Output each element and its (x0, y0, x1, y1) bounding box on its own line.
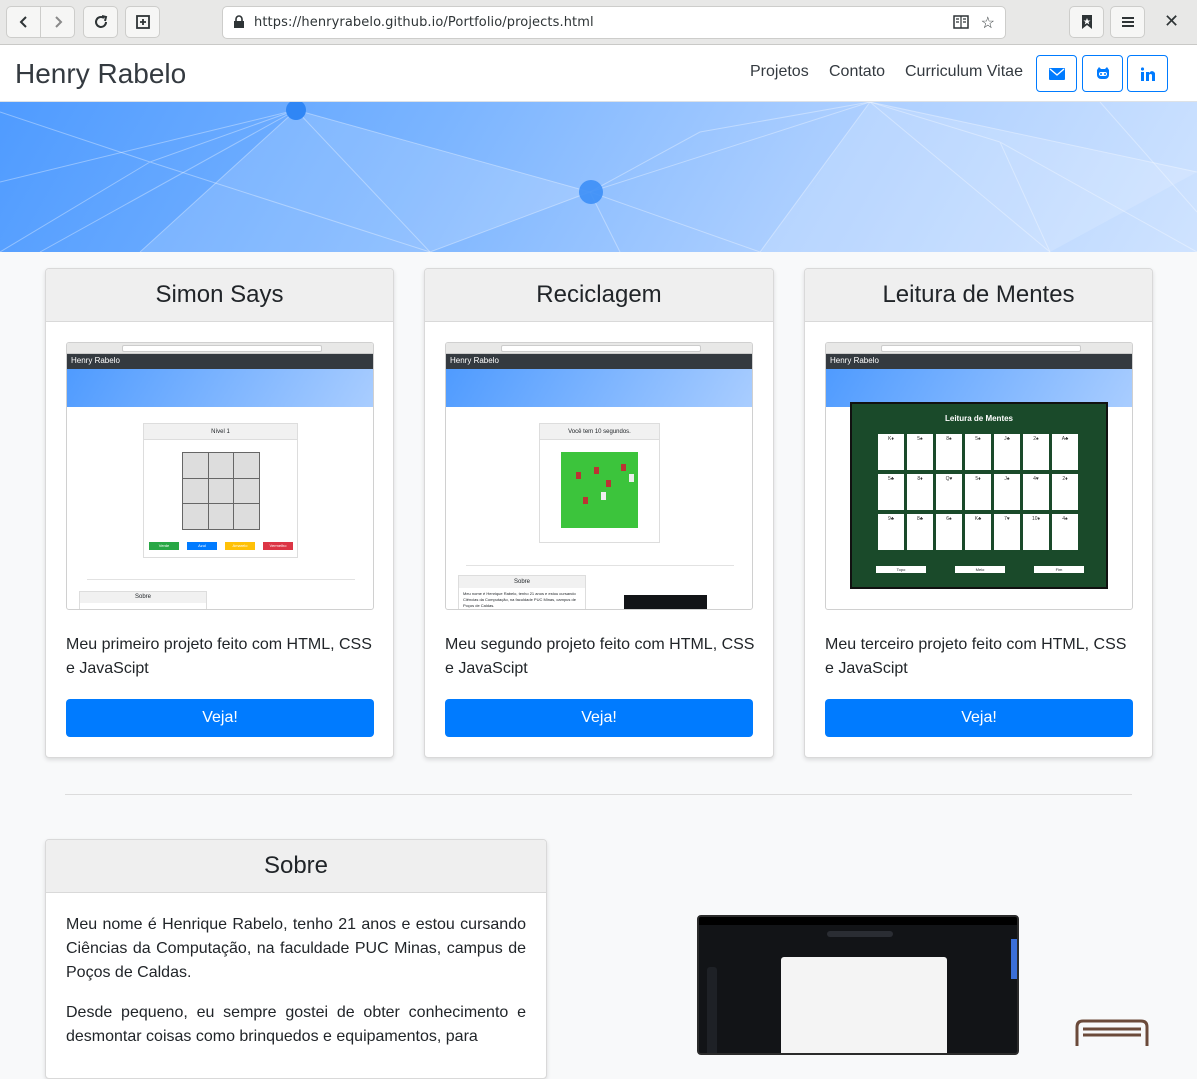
thumb-playing-card: 7♥ (994, 514, 1020, 550)
thumb-game-card: Você tem 10 segundos. (539, 423, 660, 543)
thumb-playing-card: J♠ (994, 474, 1020, 510)
project-card-reciclagem: Reciclagem Henry Rabelo Você tem 10 segu… (424, 268, 774, 758)
thumb-playing-card: K♦ (878, 434, 904, 470)
laptop-image (697, 915, 1019, 1055)
card-description: Meu terceiro projeto feito com HTML, CSS… (825, 636, 1127, 677)
address-bar[interactable]: https://henryrabelo.github.io/Portfolio/… (222, 6, 1006, 39)
about-title: Sobre (46, 840, 546, 893)
project-card-leitura: Leitura de Mentes Henry Rabelo Leitura d… (804, 268, 1153, 758)
thumb-playing-card: A♣ (1052, 434, 1078, 470)
section-divider (65, 794, 1132, 795)
network-pattern (0, 102, 1197, 252)
thumb-browser (67, 343, 373, 354)
about-card: Sobre Meu nome é Henrique Rabelo, tenho … (45, 839, 547, 1079)
veja-button[interactable]: Veja! (66, 699, 374, 737)
about-paragraph-1: Meu nome é Henrique Rabelo, tenho 21 ano… (66, 916, 526, 981)
project-card-simon: Simon Says Henry Rabelo Nível 1 Verde Az… (45, 268, 394, 758)
bookmarks-icon (1081, 15, 1092, 29)
envelope-icon (1048, 67, 1065, 80)
github-button[interactable] (1082, 55, 1123, 92)
thumb-playing-card: 9♣ (878, 514, 904, 550)
thumb-grid (182, 452, 260, 530)
about-paragraph-2: Desde pequeno, eu sempre gostei de obter… (66, 1004, 526, 1045)
card-description: Meu primeiro projeto feito com HTML, CSS… (66, 636, 372, 677)
hero-banner (0, 102, 1197, 252)
hamburger-icon (1121, 17, 1134, 27)
email-button[interactable] (1036, 55, 1077, 92)
thumb-hero (67, 369, 373, 407)
thumb-playing-card: 10♦ (1023, 514, 1049, 550)
thumb-playing-card: 4♠ (1052, 514, 1078, 550)
arrow-left-icon (19, 16, 27, 28)
reader-mode-icon[interactable] (953, 15, 969, 29)
card-title: Simon Says (46, 269, 393, 322)
thumb-playing-card: 5♣ (878, 474, 904, 510)
card-title: Reciclagem (425, 269, 773, 322)
arrow-right-icon (54, 16, 62, 28)
thumb-playing-card: 5♦ (965, 474, 991, 510)
linkedin-button[interactable] (1127, 55, 1168, 92)
site-navbar: Henry Rabelo Projetos Contato Curriculum… (0, 45, 1197, 102)
thumb-playing-card: 6♠ (936, 514, 962, 550)
card-description: Meu segundo projeto feito com HTML, CSS … (445, 636, 755, 677)
thumb-game-card: Nível 1 Verde Azul Amarelo Vermelho (143, 423, 298, 558)
thumb-playing-card: 2♦ (1052, 474, 1078, 510)
thumb-navbar: Henry Rabelo (446, 354, 752, 369)
back-button[interactable] (6, 6, 41, 38)
thumb-laptop (624, 595, 707, 609)
thumb-browser (446, 343, 752, 354)
thumb-browser (826, 343, 1132, 354)
thumb-navbar: Henry Rabelo (826, 354, 1132, 369)
thumb-hero (446, 369, 752, 407)
book-icon (1075, 1019, 1149, 1046)
thumb-card-table: Leitura de Mentes K♦ 5♠ 8♠ 5♠ J♣ 2♠ A♣ 5♣ 8♦ Q♥ 5♦… (850, 402, 1108, 589)
nav-link-curriculum[interactable]: Curriculum Vitae (905, 63, 1023, 81)
thumb-about: Sobre Meu nome é Henrique Rabelo, tenho … (458, 575, 586, 609)
thumb-game-field (561, 452, 638, 528)
lock-icon (234, 15, 244, 28)
reload-button[interactable] (83, 6, 118, 38)
site-brand[interactable]: Henry Rabelo (15, 58, 186, 90)
thumb-playing-card: 4♥ (1023, 474, 1049, 510)
thumb-playing-card: 5♠ (965, 434, 991, 470)
thumb-about: Sobre (79, 591, 207, 609)
thumb-playing-card: K♣ (965, 514, 991, 550)
nav-link-projetos[interactable]: Projetos (750, 63, 809, 81)
forward-button[interactable] (40, 6, 75, 38)
thumb-playing-card: 2♠ (1023, 434, 1049, 470)
thumb-playing-card: 8♣ (907, 514, 933, 550)
bookmarks-button[interactable] (1069, 6, 1104, 38)
nav-link-contato[interactable]: Contato (829, 63, 885, 81)
thumb-playing-card: 8♦ (907, 474, 933, 510)
github-icon (1096, 66, 1109, 79)
project-screenshot[interactable]: Henry Rabelo Leitura de Mentes K♦ 5♠ 8♠ 5♠ J… (825, 342, 1133, 610)
bookmark-star-icon[interactable]: ☆ (981, 13, 995, 33)
thumb-navbar: Henry Rabelo (67, 354, 373, 369)
reload-icon (94, 15, 107, 28)
veja-button[interactable]: Veja! (445, 699, 753, 737)
url-text: https://henryrabelo.github.io/Portfolio/… (254, 15, 594, 30)
card-title: Leitura de Mentes (805, 269, 1152, 322)
thumb-card-grid: K♦ 5♠ 8♠ 5♠ J♣ 2♠ A♣ 5♣ 8♦ Q♥ 5♦ J♠ 4♥ 2♦ 9♣ 8♣ 6♠ K♣ 7♥ 10… (878, 434, 1082, 550)
linkedin-icon (1140, 66, 1155, 81)
thumb-playing-card: 5♠ (907, 434, 933, 470)
project-screenshot[interactable]: Henry Rabelo Você tem 10 segundos. Sobre… (445, 342, 753, 610)
veja-button[interactable]: Veja! (825, 699, 1133, 737)
browser-toolbar: https://henryrabelo.github.io/Portfolio/… (0, 0, 1197, 45)
thumb-playing-card: Q♥ (936, 474, 962, 510)
thumb-playing-card: J♣ (994, 434, 1020, 470)
thumb-playing-card: 8♠ (936, 434, 962, 470)
project-screenshot[interactable]: Henry Rabelo Nível 1 Verde Azul Amarelo … (66, 342, 374, 610)
window-close-icon[interactable]: ✕ (1164, 11, 1179, 32)
menu-button[interactable] (1110, 6, 1145, 38)
new-tab-button[interactable] (125, 6, 160, 38)
new-tab-icon (135, 15, 150, 29)
